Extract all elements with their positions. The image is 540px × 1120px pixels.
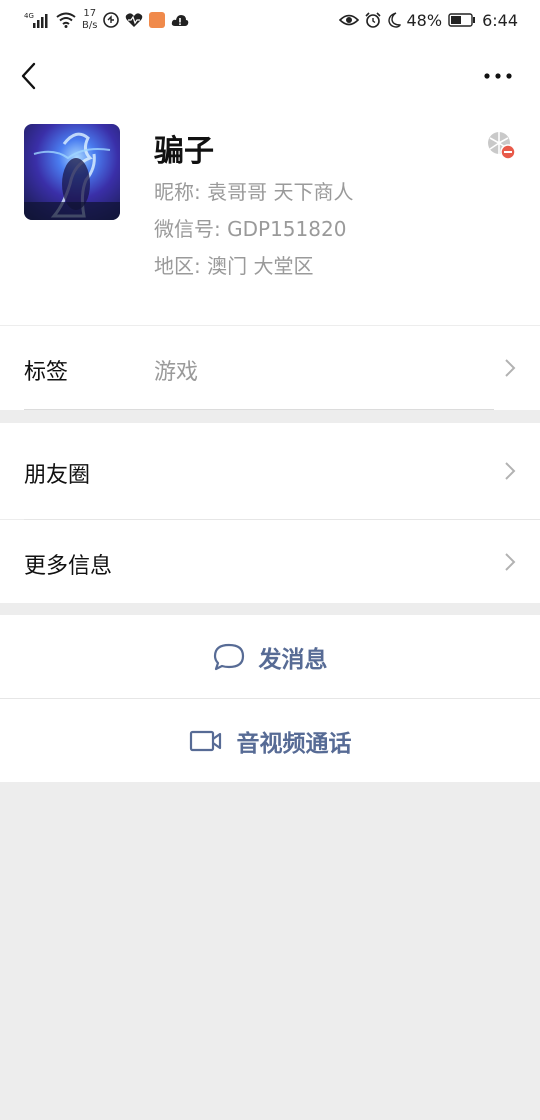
contact-display-name: 骗子 — [154, 134, 214, 169]
chevron-right-icon — [505, 462, 516, 480]
video-call-label: 音视频通话 — [236, 730, 352, 757]
profile-header: 骗子 昵称: 袁哥哥 天下商人 微信号: GDP151820 地区: 澳门 大堂… — [0, 40, 540, 325]
tags-divider — [24, 409, 494, 410]
data-saver-icon — [103, 12, 120, 28]
nickname-row: 昵称: 袁哥哥 天下商人 — [154, 176, 353, 205]
more-info-row[interactable]: 更多信息 — [0, 520, 540, 603]
nickname-label: 昵称: — [154, 180, 201, 204]
battery-icon — [448, 13, 476, 27]
moments-label: 朋友圈 — [24, 463, 91, 488]
back-arrow-icon[interactable] — [14, 58, 46, 94]
send-message-button[interactable]: 发消息 — [0, 615, 540, 698]
wechat-id-label: 微信号: — [154, 217, 221, 241]
alarm-icon — [364, 12, 381, 28]
send-message-label: 发消息 — [258, 646, 328, 673]
moon-icon — [387, 12, 401, 28]
tags-row[interactable]: 标签 游戏 — [0, 326, 540, 410]
net-speed: 17 B/s — [82, 8, 97, 32]
signal-icon: 4G — [24, 12, 48, 28]
avatar-image — [24, 132, 120, 220]
status-bar: 4G 17 B/s 48% 6:44 — [0, 0, 540, 40]
health-icon — [126, 13, 143, 27]
video-call-button[interactable]: 音视频通话 — [0, 699, 540, 782]
more-options-icon[interactable] — [482, 60, 514, 92]
clock-time: 6:44 — [482, 10, 518, 30]
avatar[interactable] — [24, 124, 120, 220]
tags-label: 标签 — [24, 360, 69, 385]
battery-percent: 48% — [406, 10, 443, 30]
status-right: 48% 6:44 — [338, 8, 518, 32]
net-speed-value: 17 — [83, 8, 97, 19]
status-left: 4G 17 B/s — [24, 6, 189, 34]
cloud-warning-icon — [172, 15, 189, 26]
app-notification-icon — [149, 12, 166, 28]
more-info-label: 更多信息 — [24, 554, 113, 579]
video-camera-icon — [189, 730, 221, 751]
region-label: 地区: — [154, 254, 201, 278]
svg-text:4G: 4G — [24, 12, 34, 20]
wifi-icon — [56, 12, 76, 28]
region-value: 澳门 大堂区 — [207, 254, 314, 278]
chevron-right-icon — [505, 553, 516, 571]
tags-value: 游戏 — [154, 360, 199, 385]
moments-row[interactable]: 朋友圈 — [0, 423, 540, 519]
chevron-right-icon — [505, 359, 516, 377]
chat-bubble-icon — [213, 643, 244, 670]
wechat-id-value: GDP151820 — [227, 217, 347, 241]
blocked-moments-icon[interactable] — [486, 130, 516, 160]
eye-icon — [338, 14, 359, 26]
region-row: 地区: 澳门 大堂区 — [154, 250, 313, 279]
nickname-value: 袁哥哥 天下商人 — [207, 180, 354, 204]
net-speed-unit: B/s — [82, 20, 98, 31]
wechat-id-row: 微信号: GDP151820 — [154, 213, 346, 242]
